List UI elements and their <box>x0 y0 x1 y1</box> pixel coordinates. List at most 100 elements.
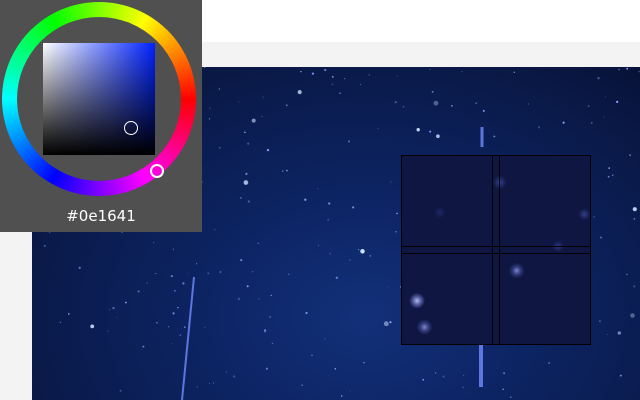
star <box>59 321 61 323</box>
star <box>251 118 256 123</box>
star <box>187 272 189 274</box>
star <box>599 320 601 322</box>
star <box>396 75 398 77</box>
star <box>263 330 267 333</box>
star <box>475 102 478 105</box>
star <box>245 172 248 176</box>
star <box>240 259 243 262</box>
star <box>209 107 211 109</box>
star <box>262 96 264 98</box>
star <box>124 301 127 304</box>
star <box>203 67 206 68</box>
hue-handle[interactable] <box>150 164 164 178</box>
star <box>218 146 221 149</box>
star <box>618 68 620 71</box>
star <box>607 175 610 178</box>
star <box>243 180 249 185</box>
star <box>196 386 198 388</box>
star <box>463 374 465 376</box>
star <box>334 368 337 370</box>
star <box>329 253 331 255</box>
star <box>43 244 46 247</box>
star <box>116 316 118 318</box>
star <box>363 361 365 364</box>
screen: #0e1641 <box>0 0 640 400</box>
star <box>108 309 110 311</box>
star <box>171 343 173 345</box>
star <box>244 131 246 134</box>
loupe-center-pixel <box>492 246 500 254</box>
saturation-value-handle[interactable] <box>124 121 138 135</box>
star <box>286 169 288 172</box>
star <box>429 69 431 71</box>
star <box>155 272 157 275</box>
star <box>311 354 313 357</box>
star <box>513 71 516 74</box>
star <box>327 218 330 221</box>
star <box>538 126 541 129</box>
star <box>247 200 250 203</box>
star <box>606 333 608 335</box>
star <box>270 294 272 297</box>
star <box>67 313 70 315</box>
star <box>331 75 334 78</box>
star <box>604 96 606 98</box>
star <box>209 382 211 384</box>
star <box>261 115 263 118</box>
star <box>328 202 331 205</box>
star <box>172 248 174 250</box>
star <box>90 324 95 329</box>
star <box>297 90 302 95</box>
star <box>349 390 351 392</box>
star <box>633 285 636 288</box>
star <box>587 105 590 107</box>
star <box>78 266 81 269</box>
star <box>177 306 179 309</box>
star <box>153 242 155 244</box>
star <box>301 384 303 386</box>
star <box>172 312 175 315</box>
star <box>219 271 222 273</box>
star <box>183 326 186 329</box>
star <box>156 321 158 324</box>
star <box>233 375 236 378</box>
star <box>305 311 308 315</box>
star <box>168 326 170 328</box>
star <box>324 338 326 340</box>
star <box>632 207 637 212</box>
star <box>357 248 360 251</box>
light-streak <box>181 276 195 400</box>
star <box>608 167 611 170</box>
star <box>617 331 621 335</box>
star <box>435 372 437 374</box>
star <box>619 374 622 377</box>
star <box>451 105 453 107</box>
star <box>311 72 315 75</box>
star <box>593 216 595 218</box>
star <box>388 286 390 288</box>
star <box>107 330 109 332</box>
star <box>339 92 341 95</box>
star <box>344 78 346 80</box>
star <box>285 104 288 107</box>
saturation-value-square[interactable] <box>43 43 155 155</box>
star <box>304 198 307 201</box>
star <box>436 134 440 139</box>
star <box>271 342 274 345</box>
hex-value-label: #0e1641 <box>66 207 136 225</box>
star <box>265 367 268 370</box>
star <box>528 103 529 105</box>
star <box>251 271 254 273</box>
star <box>461 71 463 72</box>
star <box>214 229 216 231</box>
star <box>196 263 198 265</box>
star <box>383 321 389 327</box>
star <box>213 382 215 384</box>
star <box>317 188 319 190</box>
star <box>282 170 284 172</box>
star <box>394 101 397 104</box>
star <box>266 148 270 152</box>
loupe-magnifier <box>401 155 591 345</box>
star <box>616 100 619 104</box>
star <box>204 326 206 328</box>
